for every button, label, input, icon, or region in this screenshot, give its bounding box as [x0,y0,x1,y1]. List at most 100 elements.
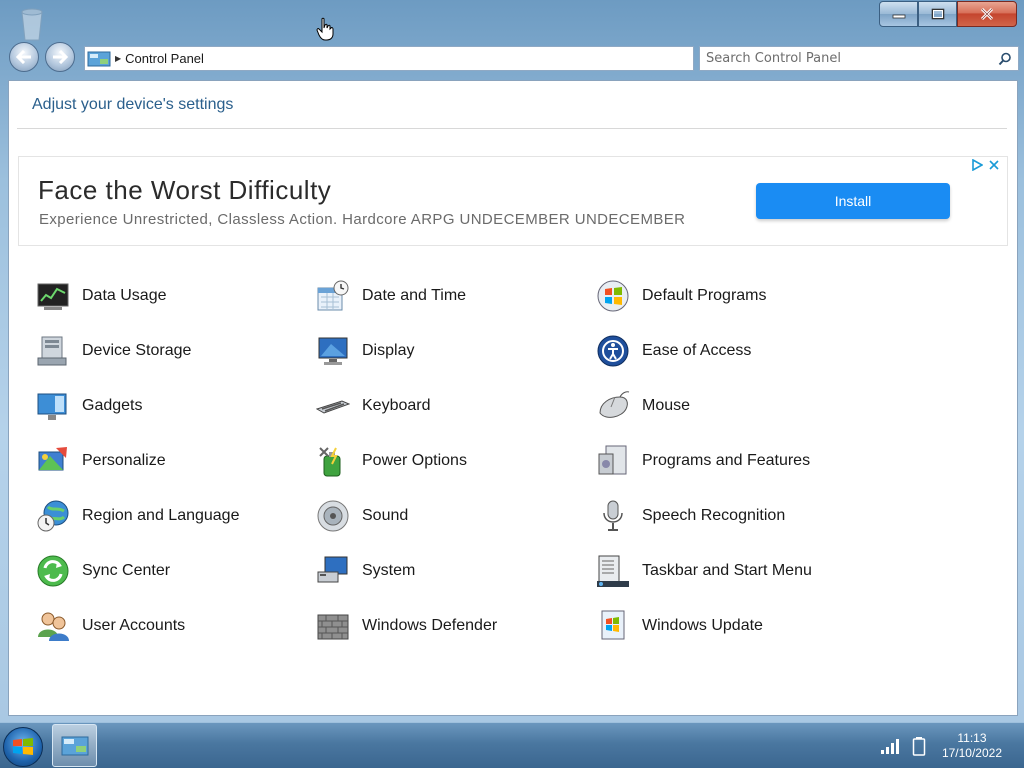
item-label: Personalize [82,452,166,469]
item-display[interactable]: Display [316,331,576,371]
data-usage-icon [37,283,69,310]
item-windows-update[interactable]: Windows Update [596,606,856,646]
item-power-options[interactable]: Power Options [316,441,576,481]
clock[interactable]: 11:13 17/10/2022 [942,731,1002,761]
back-arrow-icon [16,50,31,64]
page-title: Adjust your device's settings [32,96,234,113]
item-label: Ease of Access [642,342,752,359]
item-device-storage[interactable]: Device Storage [36,331,296,371]
item-speech-recognition[interactable]: Speech Recognition [596,496,856,536]
maximize-icon [931,8,944,20]
item-label: Mouse [642,397,691,414]
item-label: Date and Time [362,287,467,304]
item-label: Sync Center [82,562,171,579]
item-label: Programs and Features [642,452,811,469]
personalize-icon [38,447,67,471]
keyboard-icon [316,400,350,414]
mouse-icon [599,391,630,418]
item-region-and-language[interactable]: Region and Language [36,496,296,536]
breadcrumb-control-panel[interactable]: Control Panel [125,51,204,66]
search-box[interactable]: Search Control Panel [699,46,1019,71]
close-button[interactable] [957,1,1017,27]
control-panel-window: ▶ Control Panel Search Control Panel Adj… [0,0,1024,722]
clock-time: 11:13 [957,731,987,745]
item-label: Default Programs [642,287,767,304]
signal-strength-icon[interactable] [880,737,904,755]
item-mouse[interactable]: Mouse [596,386,856,426]
search-input[interactable]: Search Control Panel [706,51,841,66]
item-personalize[interactable]: Personalize [36,441,296,481]
address-bar[interactable]: ▶ Control Panel [84,46,694,71]
power-icon [319,447,341,477]
back-button[interactable] [9,42,39,72]
search-icon[interactable] [998,52,1012,66]
item-label: Taskbar and Start Menu [642,562,812,579]
drive-icon [37,336,67,366]
item-label: Speech Recognition [642,507,786,524]
system-icon [317,556,348,583]
item-label: Keyboard [362,397,431,414]
ad-choices-icon[interactable] [971,159,983,171]
item-taskbar-and-start-menu[interactable]: Taskbar and Start Menu [596,551,856,591]
item-keyboard[interactable]: Keyboard [316,386,576,426]
start-button[interactable] [3,727,43,767]
sync-icon [37,555,69,587]
windows-globe-icon [597,280,629,312]
monitor-icon [318,337,348,365]
item-label: Display [362,342,415,359]
ad-choices [971,159,999,171]
recycle-bin-icon [21,8,43,41]
system-tray: 11:13 17/10/2022 [880,723,1024,768]
content-pane: Adjust your device's settings Face the W… [8,80,1018,716]
item-sync-center[interactable]: Sync Center [36,551,296,591]
item-label: User Accounts [82,617,186,634]
forward-button[interactable] [45,42,75,72]
item-label: Region and Language [82,507,240,524]
title-bar[interactable] [0,0,1024,41]
taskbar: 11:13 17/10/2022 [0,722,1024,768]
defender-wall-icon [317,614,349,640]
item-label: System [362,562,416,579]
programs-icon [598,445,627,475]
item-default-programs[interactable]: Default Programs [596,276,856,316]
calendar-clock-icon [317,280,349,311]
item-label: Sound [362,507,409,524]
divider [17,128,1007,129]
item-data-usage[interactable]: Data Usage [36,276,296,316]
ad-close-icon[interactable] [989,160,999,170]
item-ease-of-access[interactable]: Ease of Access [596,331,856,371]
item-windows-defender[interactable]: Windows Defender [316,606,576,646]
item-label: Data Usage [82,287,167,304]
globe-clock-icon [37,500,69,532]
item-label: Gadgets [82,397,143,414]
ad-title[interactable]: Face the Worst Difficulty [38,175,331,206]
taskbar-control-panel-button[interactable] [52,724,97,767]
breadcrumb-separator-icon[interactable]: ▶ [115,54,121,63]
advertisement-banner[interactable]: Face the Worst Difficulty Experience Unr… [18,156,1008,246]
ad-install-button[interactable]: Install [756,183,950,219]
item-gadgets[interactable]: Gadgets [36,386,296,426]
speaker-icon [317,500,349,532]
item-programs-and-features[interactable]: Programs and Features [596,441,856,481]
minimize-button[interactable] [879,1,918,27]
ad-subtitle[interactable]: Experience Unrestricted, Classless Actio… [39,211,685,228]
gadgets-icon [37,393,67,420]
update-icon [601,610,625,640]
item-user-accounts[interactable]: User Accounts [36,606,296,646]
item-label: Windows Update [642,617,763,634]
hand-cursor-icon [316,17,334,41]
maximize-button[interactable] [918,1,957,27]
battery-icon[interactable] [912,736,926,756]
clock-date: 17/10/2022 [941,746,1002,760]
item-date-and-time[interactable]: Date and Time [316,276,576,316]
taskbar-icon [597,555,629,587]
navigation-bar: ▶ Control Panel Search Control Panel [0,40,1024,76]
minimize-icon [892,14,905,19]
item-sound[interactable]: Sound [316,496,576,536]
users-icon [38,612,69,641]
item-system[interactable]: System [316,551,576,591]
item-label: Device Storage [82,342,192,359]
windows-logo-icon [13,738,33,755]
control-panel-icon [87,51,111,66]
caption-buttons [879,1,1017,27]
